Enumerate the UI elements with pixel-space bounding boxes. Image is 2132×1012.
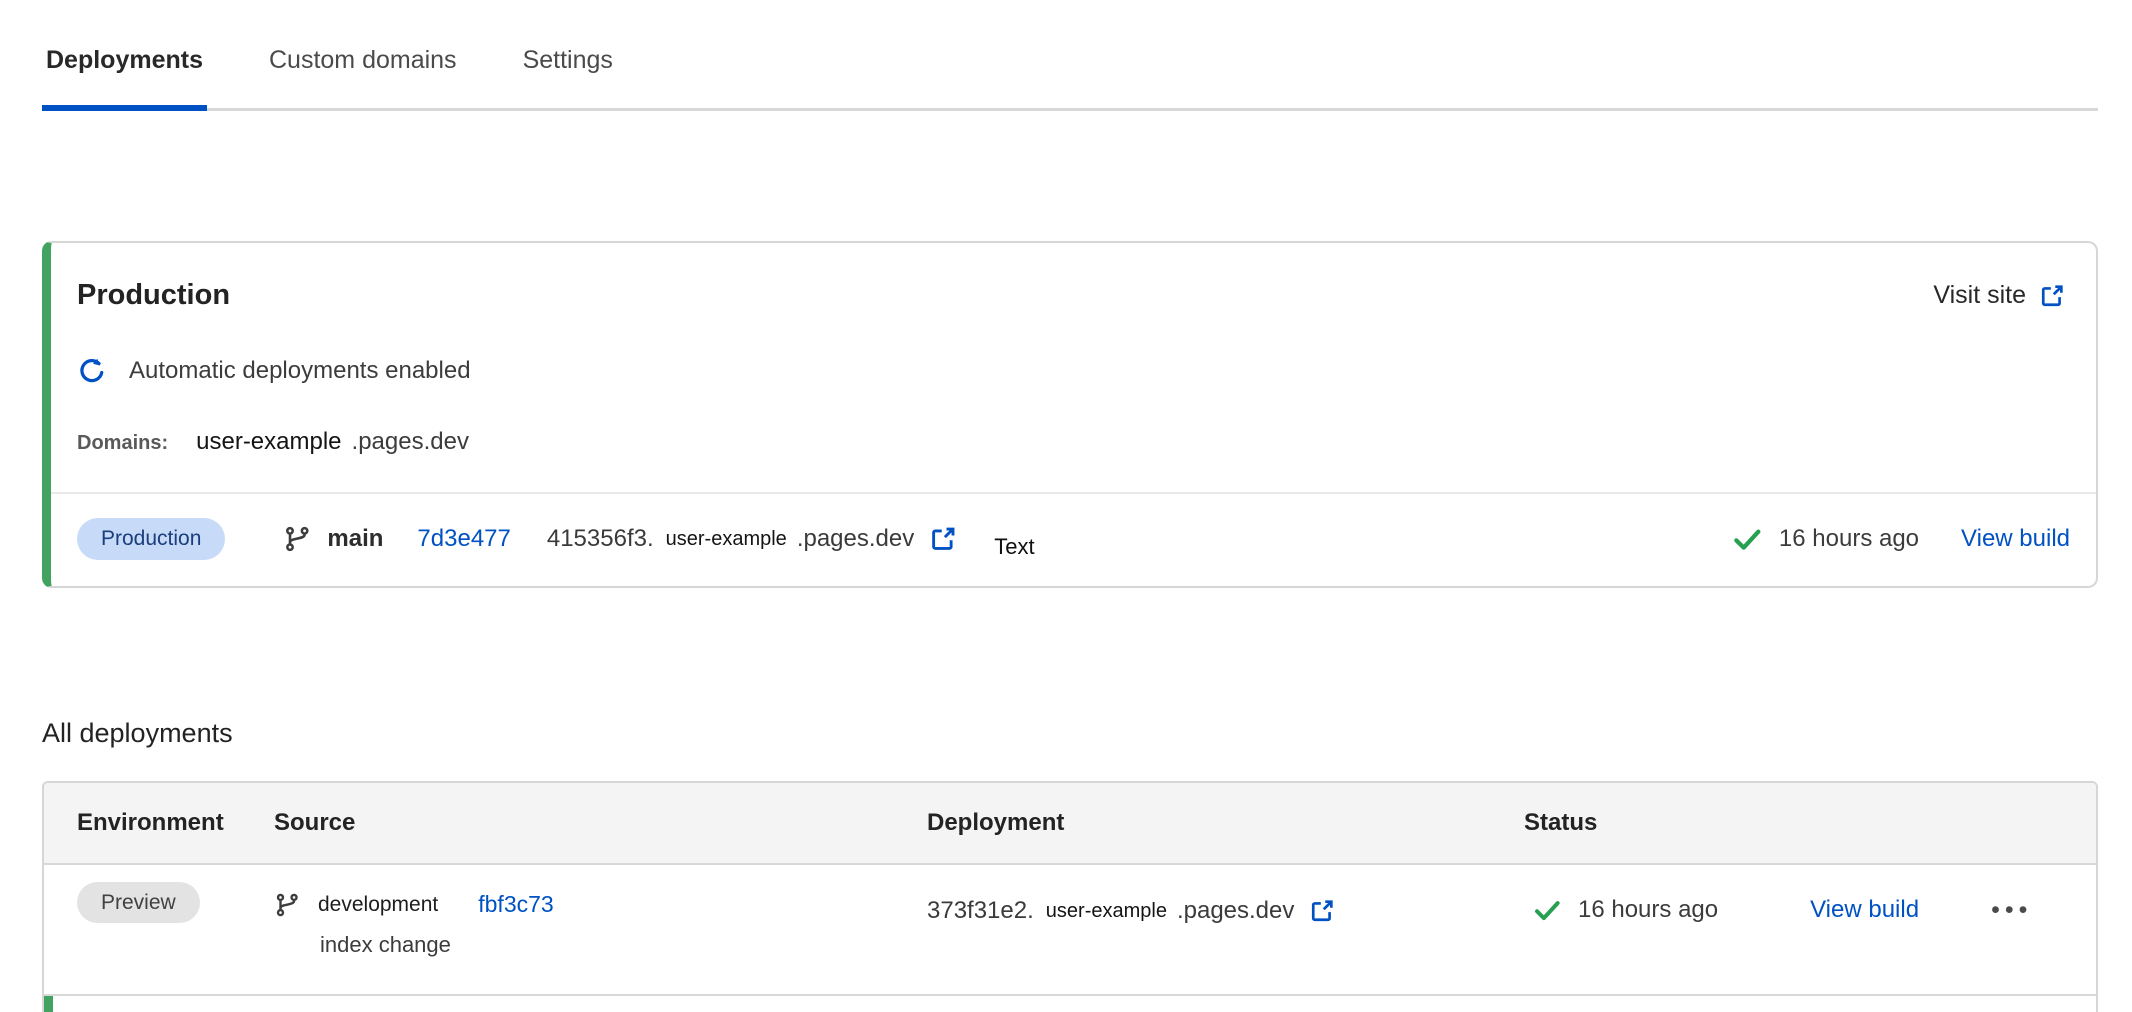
deployment-domain-suffix: .pages.dev: [797, 525, 914, 553]
tab-deployments[interactable]: Deployments: [42, 42, 207, 111]
deployment-domain-suffix: .pages.dev: [1177, 897, 1294, 925]
domains-label: Domains:: [77, 432, 168, 455]
page-tabs: Deployments Custom domains Settings: [42, 42, 2098, 111]
all-deployments-heading: All deployments: [42, 718, 2132, 749]
environment-badge-production: Production: [77, 518, 225, 560]
production-card: Production Visit site Automa: [42, 241, 2098, 588]
column-header-environment: Environment: [44, 809, 274, 837]
commit-message: index change: [320, 932, 927, 958]
environment-badge-preview: Preview: [77, 882, 200, 923]
production-deploy-time: 16 hours ago: [1779, 525, 1919, 553]
production-view-build-link[interactable]: View build: [1961, 525, 2070, 553]
production-commit-link[interactable]: 7d3e477: [417, 525, 510, 553]
preview-branch-name: development: [318, 893, 438, 917]
deployment-subdomain: 373f31e2.: [927, 897, 1034, 925]
external-link-icon: [2038, 282, 2066, 310]
column-header-source: Source: [274, 809, 927, 837]
external-link-icon[interactable]: [928, 524, 958, 554]
visit-site-link[interactable]: Visit site: [1933, 281, 2066, 310]
git-branch-icon: [283, 525, 311, 553]
production-domain-suffix: .pages.dev: [352, 428, 469, 456]
annotation-text: Text: [994, 534, 1034, 560]
production-card-title: Production: [77, 279, 230, 312]
deployment-domain: user-example: [1046, 900, 1167, 923]
git-branch-icon: [274, 892, 300, 918]
deployment-subdomain: 415356f3.: [547, 525, 654, 553]
automatic-deployments-text: Automatic deployments enabled: [129, 357, 471, 385]
external-link-icon[interactable]: [1308, 897, 1336, 925]
table-header-row: Environment Source Deployment Status: [44, 783, 2096, 865]
preview-commit-link[interactable]: fbf3c73: [478, 891, 553, 918]
tab-settings[interactable]: Settings: [519, 42, 617, 108]
deployments-table: Environment Source Deployment Status Pre…: [42, 781, 2098, 1012]
next-row-cutoff: [44, 996, 2096, 1012]
check-icon: [1731, 523, 1763, 555]
preview-view-build-link[interactable]: View build: [1810, 896, 1919, 924]
production-domain: user-example: [196, 428, 341, 456]
table-row: Preview development fbf3c73 index change: [44, 865, 2096, 996]
refresh-icon: [77, 356, 107, 386]
production-deployment-row: Production main 7d3e477 415356f3. user-e…: [51, 492, 2096, 586]
tab-custom-domains[interactable]: Custom domains: [265, 42, 461, 108]
preview-deploy-time: 16 hours ago: [1578, 896, 1718, 924]
column-header-deployment: Deployment: [927, 809, 1524, 837]
visit-site-label: Visit site: [1933, 281, 2026, 310]
row-menu-ellipsis-icon[interactable]: •••: [1991, 896, 2032, 925]
production-branch-name: main: [327, 525, 383, 553]
deployment-domain: user-example: [666, 528, 787, 551]
column-header-status: Status: [1524, 809, 2096, 837]
check-icon: [1532, 895, 1562, 925]
